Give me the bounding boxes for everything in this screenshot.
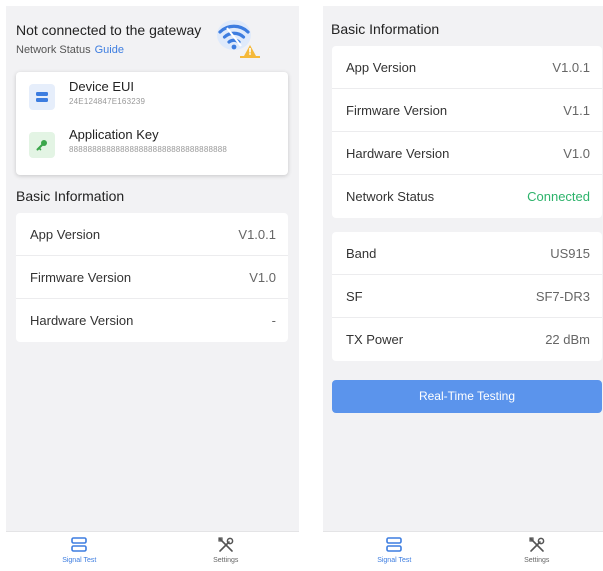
basic-information-title: Basic Information [16, 188, 125, 204]
row-value: - [271, 313, 276, 328]
info-row-hardware-version: Hardware Version - [16, 299, 288, 342]
info-row-firmware-version: Firmware Version V1.1 [332, 89, 602, 132]
info-row-sf: SF SF7-DR3 [332, 275, 602, 318]
tab-signal-test[interactable]: Signal Test [6, 532, 153, 571]
info-row-firmware-version: Firmware Version V1.0 [16, 256, 288, 299]
application-key-row[interactable]: Application Key 888888888888888888888888… [16, 120, 288, 160]
device-eui-row[interactable]: Device EUI 24E124847E163239 [16, 72, 288, 112]
signal-test-icon [71, 537, 88, 552]
device-eui-value: 24E124847E163239 [69, 97, 146, 106]
device-credentials-card: Device EUI 24E124847E163239 Application … [16, 72, 288, 175]
wifi-warning-icon [214, 16, 262, 60]
info-row-band: Band US915 [332, 232, 602, 275]
info-row-hardware-version: Hardware Version V1.0 [332, 132, 602, 175]
tab-label: Signal Test [62, 557, 97, 564]
tab-label: Signal Test [377, 557, 412, 564]
tab-label: Settings [524, 557, 550, 564]
basic-information-card: App Version V1.0.1 Firmware Version V1.1… [332, 46, 602, 218]
server-icon [29, 84, 55, 110]
row-label: TX Power [346, 332, 404, 347]
network-status-value: Connected [527, 189, 590, 204]
row-value: V1.0.1 [552, 60, 590, 75]
radio-settings-card: Band US915 SF SF7-DR3 TX Power 22 dBm [332, 232, 602, 361]
application-key-label: Application Key [69, 127, 159, 142]
row-value: 22 dBm [545, 332, 590, 347]
row-value: V1.1 [563, 103, 590, 118]
basic-information-card: App Version V1.0.1 Firmware Version V1.0… [16, 213, 288, 342]
row-label: Firmware Version [346, 103, 448, 118]
network-status-label: Network Status [16, 44, 91, 56]
row-label: Firmware Version [30, 270, 132, 285]
device-eui-label: Device EUI [69, 79, 135, 94]
row-value: V1.0 [249, 270, 276, 285]
guide-link[interactable]: Guide [95, 44, 124, 56]
key-icon [29, 132, 55, 158]
application-key-value: 8888888888888888888888888888888888 [69, 145, 228, 154]
settings-tools-icon [218, 537, 234, 552]
network-status-line: Network Status Guide [16, 44, 124, 56]
info-row-network-status: Network Status Connected [332, 175, 602, 218]
row-label: Band [346, 246, 377, 261]
row-value: SF7-DR3 [535, 289, 590, 304]
info-row-app-version: App Version V1.0.1 [16, 213, 288, 256]
connection-status-header: Not connected to the gateway Network Sta… [6, 6, 299, 64]
left-screen: Not connected to the gateway Network Sta… [6, 6, 299, 571]
settings-tools-icon [529, 537, 545, 552]
row-value: US915 [550, 246, 590, 261]
row-label: SF [346, 289, 363, 304]
row-label: Network Status [346, 189, 435, 204]
row-value: V1.0 [563, 146, 590, 161]
tab-signal-test[interactable]: Signal Test [323, 532, 466, 571]
tab-settings[interactable]: Settings [153, 532, 300, 571]
basic-information-title: Basic Information [331, 21, 440, 37]
row-label: App Version [346, 60, 417, 75]
info-row-tx-power: TX Power 22 dBm [332, 318, 602, 361]
right-screen: Basic Information App Version V1.0.1 Fir… [323, 6, 603, 571]
row-value: V1.0.1 [238, 227, 276, 242]
bottom-tab-bar: Signal Test Settings [323, 531, 603, 571]
signal-test-icon [386, 537, 403, 552]
info-row-app-version: App Version V1.0.1 [332, 46, 602, 89]
tab-label: Settings [213, 557, 239, 564]
connection-status-title: Not connected to the gateway [16, 22, 202, 38]
real-time-testing-button[interactable]: Real-Time Testing [332, 380, 602, 413]
row-label: App Version [30, 227, 101, 242]
bottom-tab-bar: Signal Test Settings [6, 531, 299, 571]
row-label: Hardware Version [30, 313, 134, 328]
tab-settings[interactable]: Settings [466, 532, 603, 571]
row-label: Hardware Version [346, 146, 450, 161]
